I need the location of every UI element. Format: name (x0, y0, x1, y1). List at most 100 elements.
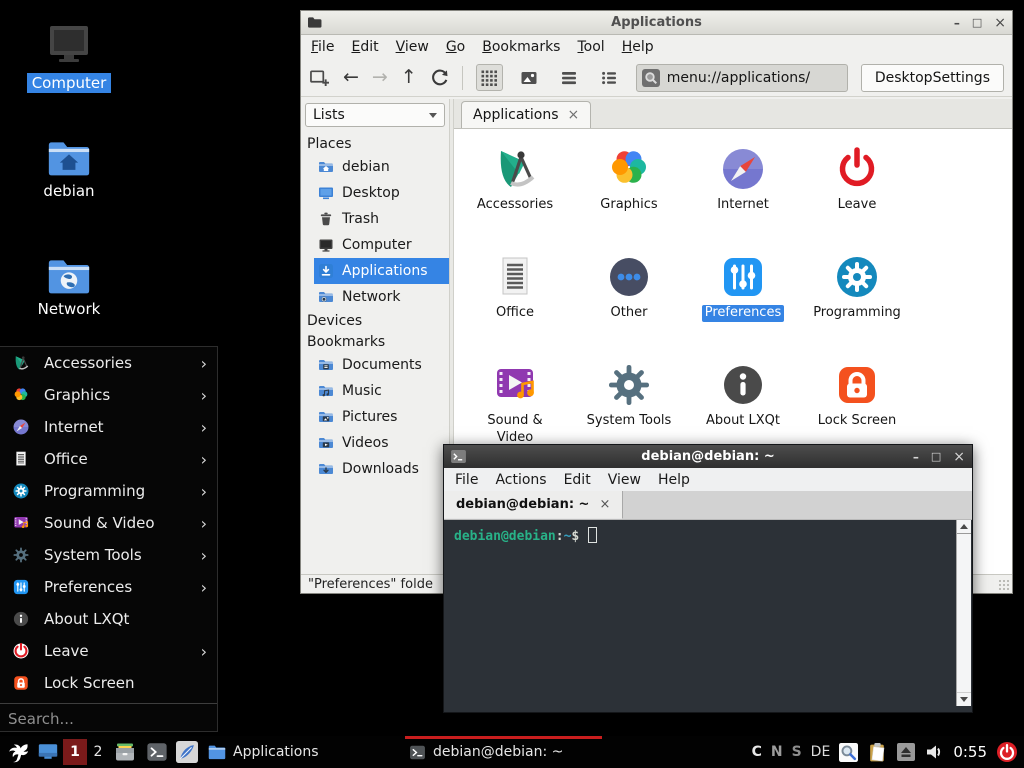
volume-tray-icon[interactable] (924, 742, 944, 762)
menu-edit[interactable]: Edit (351, 39, 378, 55)
compact-view-button[interactable] (596, 64, 623, 91)
sidebar-item-trash[interactable]: Trash (301, 206, 449, 232)
menu-item-about-lxqt[interactable]: About LXQt (0, 603, 217, 635)
menu-item-accessories[interactable]: Accessories› (0, 347, 217, 379)
menu-actions[interactable]: Actions (495, 472, 546, 488)
screenshot-tool-tray-icon[interactable] (839, 743, 858, 762)
workspace-2-button[interactable]: 2 (89, 744, 107, 760)
sidebar-item-applications[interactable]: Applications (314, 258, 449, 284)
app-preferences[interactable]: Preferences (686, 247, 800, 355)
submenu-arrow-icon: › (201, 482, 207, 501)
reload-button[interactable] (430, 68, 449, 87)
terminal-titlebar[interactable]: debian@debian: ~ – □ × (444, 445, 972, 468)
menu-item-system-tools[interactable]: System Tools› (0, 539, 217, 571)
info-icon (12, 610, 30, 628)
sidebar-item-downloads[interactable]: Downloads (301, 456, 449, 482)
sidebar-item-documents[interactable]: Documents (301, 352, 449, 378)
close-button[interactable]: × (953, 450, 965, 464)
terminal-launcher[interactable] (146, 741, 168, 763)
main-menu-button[interactable] (6, 740, 31, 765)
show-desktop-button[interactable] (37, 741, 59, 763)
menu-item-office[interactable]: Office› (0, 443, 217, 475)
menu-item-graphics[interactable]: Graphics› (0, 379, 217, 411)
address-bar[interactable]: menu://applications/ (636, 64, 848, 92)
menu-go[interactable]: Go (446, 39, 465, 55)
resize-grip[interactable] (998, 579, 1010, 591)
icon-view-button[interactable] (476, 64, 503, 91)
terminal-tab[interactable]: debian@debian: ~ × (444, 491, 623, 519)
removable-media-tray-icon[interactable] (897, 743, 915, 761)
keyboard-layout-indicator[interactable]: DE (811, 744, 831, 760)
menu-view[interactable]: View (608, 472, 641, 488)
prompt-user: debian@debian (454, 529, 556, 544)
maximize-button[interactable]: □ (931, 451, 941, 462)
menu-view[interactable]: View (396, 39, 429, 55)
app-other[interactable]: Other (572, 247, 686, 355)
sidebar-item-pictures[interactable]: Pictures (301, 404, 449, 430)
menu-help[interactable]: Help (658, 472, 690, 488)
menu-bookmarks[interactable]: Bookmarks (482, 39, 560, 55)
clock[interactable]: 0:55 (953, 743, 987, 761)
featherpad-launcher[interactable] (176, 741, 198, 763)
up-button[interactable]: ↑ (401, 68, 417, 87)
app-internet[interactable]: Internet (686, 139, 800, 247)
task-button-terminal[interactable]: debian@debian: ~ (405, 736, 602, 768)
thumbnail-view-button[interactable] (516, 64, 543, 91)
menu-item-internet[interactable]: Internet› (0, 411, 217, 443)
speaker-icon (924, 742, 944, 762)
scroll-down-button[interactable] (957, 692, 971, 706)
desktop-icon-network[interactable]: Network (21, 256, 117, 319)
sidebar-mode-select[interactable]: Lists (305, 103, 445, 127)
menu-item-programming[interactable]: Programming› (0, 475, 217, 507)
sidebar-item-network[interactable]: Network (301, 284, 449, 310)
fm-titlebar[interactable]: Applications – □ × (301, 11, 1012, 35)
minimize-button[interactable]: – (913, 451, 919, 463)
terminal-menubar: File Actions Edit View Help (444, 468, 972, 491)
internet-icon (12, 418, 30, 436)
menu-edit[interactable]: Edit (564, 472, 591, 488)
app-office[interactable]: Office (458, 247, 572, 355)
sidebar-item-videos[interactable]: Videos (301, 430, 449, 456)
terminal-content[interactable]: debian@debian:~$ (445, 520, 971, 706)
menu-item-lock-screen[interactable]: Lock Screen (0, 667, 217, 699)
sidebar-item-debian[interactable]: debian (301, 154, 449, 180)
file-manager-launcher[interactable] (113, 740, 137, 764)
scroll-up-button[interactable] (957, 520, 971, 534)
desktop-icon-debian[interactable]: debian (21, 138, 117, 201)
lxqt-bird-icon (6, 740, 31, 765)
terminal-scrollbar[interactable] (956, 520, 971, 706)
menu-search-input[interactable]: Search... (0, 703, 217, 733)
menu-file[interactable]: File (455, 472, 478, 488)
back-button[interactable]: ← (343, 68, 359, 87)
app-leave[interactable]: Leave (800, 139, 914, 247)
tab-close-icon[interactable]: × (599, 497, 610, 512)
forward-button[interactable]: → (372, 68, 388, 87)
menu-item-preferences[interactable]: Preferences› (0, 571, 217, 603)
sidebar-item-computer[interactable]: Computer (301, 232, 449, 258)
sidebar-item-desktop[interactable]: Desktop (301, 180, 449, 206)
desktop-settings-button[interactable]: DesktopSettings (861, 64, 1004, 92)
system-tray: C N S DE 0:55 (752, 741, 1018, 763)
detailed-list-view-button[interactable] (556, 64, 583, 91)
menu-file[interactable]: File (311, 39, 334, 55)
folder-music-icon (318, 383, 334, 399)
task-button-applications[interactable]: Applications (204, 736, 397, 768)
leave-button[interactable] (996, 741, 1018, 763)
menu-item-sound-video[interactable]: Sound & Video› (0, 507, 217, 539)
clipboard-tray-icon[interactable] (867, 742, 888, 763)
minimize-button[interactable]: – (954, 17, 960, 29)
menu-help[interactable]: Help (622, 39, 654, 55)
workspace-1-button[interactable]: 1 (63, 739, 87, 765)
new-tab-button[interactable] (309, 68, 330, 87)
desktop-icon-computer[interactable]: Computer (21, 22, 117, 93)
app-graphics[interactable]: Graphics (572, 139, 686, 247)
close-button[interactable]: × (994, 16, 1006, 30)
tab-applications[interactable]: Applications × (461, 101, 591, 128)
menu-item-leave[interactable]: Leave› (0, 635, 217, 667)
app-accessories[interactable]: Accessories (458, 139, 572, 247)
maximize-button[interactable]: □ (972, 17, 982, 28)
menu-tool[interactable]: Tool (577, 39, 604, 55)
tab-close-icon[interactable]: × (568, 107, 580, 123)
app-programming[interactable]: Programming (800, 247, 914, 355)
sidebar-item-music[interactable]: Music (301, 378, 449, 404)
